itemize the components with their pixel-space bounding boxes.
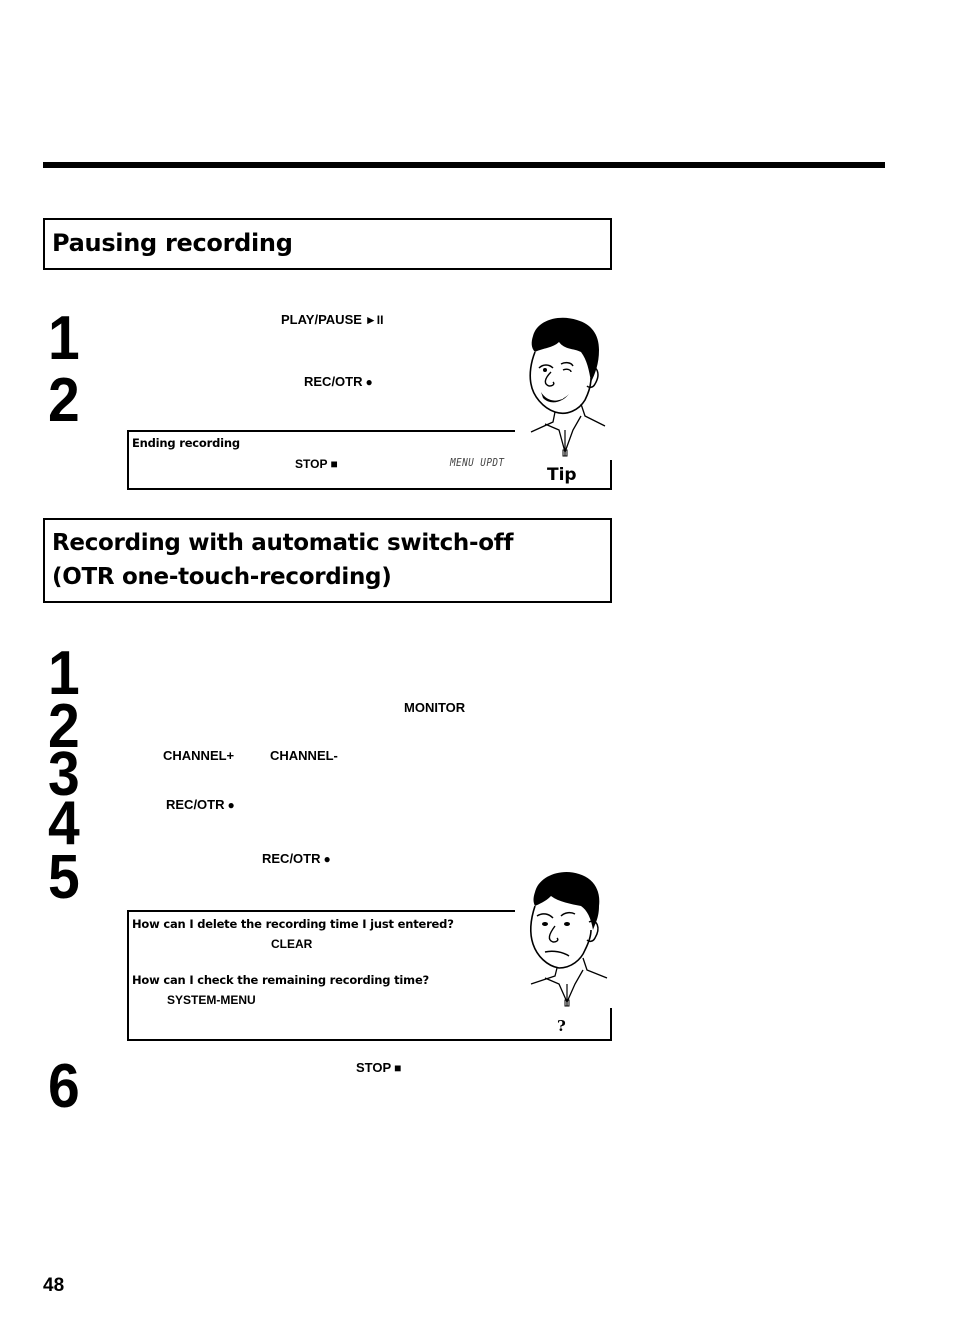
key-channel-minus: CHANNEL- [270, 748, 338, 763]
stop-square-icon: ■ [394, 1061, 402, 1075]
section-title: Pausing recording [52, 229, 293, 257]
faq-question-1: How can I delete the recording time I ju… [132, 917, 454, 931]
tip-label: Tip [547, 465, 577, 485]
question-mark-label: ? [557, 1017, 566, 1035]
play-pause-icon: ►II [364, 313, 384, 327]
key-label: REC/OTR [304, 374, 363, 389]
step-number: 1 [48, 304, 80, 373]
puzzled-man-icon [530, 872, 608, 1007]
key-stop: STOP ■ [356, 1060, 401, 1075]
key-label: STOP [356, 1060, 392, 1075]
key-rec-otr: REC/OTR ● [304, 374, 373, 389]
record-dot-icon: ● [323, 852, 331, 866]
section-header-otr: Recording with automatic switch-off (OTR… [43, 518, 612, 603]
key-rec-otr: REC/OTR ● [262, 851, 331, 866]
tip-heading: Ending recording [132, 436, 240, 450]
header-rule [43, 162, 885, 168]
key-label: STOP [295, 457, 328, 471]
key-monitor: MONITOR [404, 700, 466, 715]
section-title-line2: (OTR one-touch-recording) [52, 564, 392, 590]
step-number: 5 [48, 843, 80, 912]
record-dot-icon: ● [227, 798, 235, 812]
key-label: REC/OTR [166, 797, 225, 812]
key-rec-otr: REC/OTR ● [166, 797, 235, 812]
record-dot-icon: ● [365, 375, 373, 389]
lcd-display-text: MENU UPDT [450, 456, 505, 469]
puzzled-man-illustration [515, 866, 613, 1008]
page-number: 48 [43, 1275, 65, 1296]
key-label: PLAY/PAUSE [281, 312, 362, 327]
key-stop: STOP ■ [295, 457, 338, 471]
key-channel-plus: CHANNEL+ [163, 748, 235, 763]
stop-square-icon: ■ [330, 457, 338, 471]
key-system-menu: SYSTEM-MENU [167, 993, 256, 1007]
key-label: REC/OTR [262, 851, 321, 866]
step-number: 6 [48, 1052, 80, 1121]
smiling-man-illustration [515, 312, 613, 460]
key-clear: CLEAR [271, 937, 313, 951]
step-number: 2 [48, 366, 80, 435]
key-play-pause: PLAY/PAUSE ►II [281, 312, 383, 327]
faq-question-2: How can I check the remaining recording … [132, 973, 430, 987]
smiling-man-icon [529, 317, 606, 457]
section-header-pausing-recording: Pausing recording [43, 218, 612, 270]
section-title-line1: Recording with automatic switch-off [52, 530, 514, 556]
